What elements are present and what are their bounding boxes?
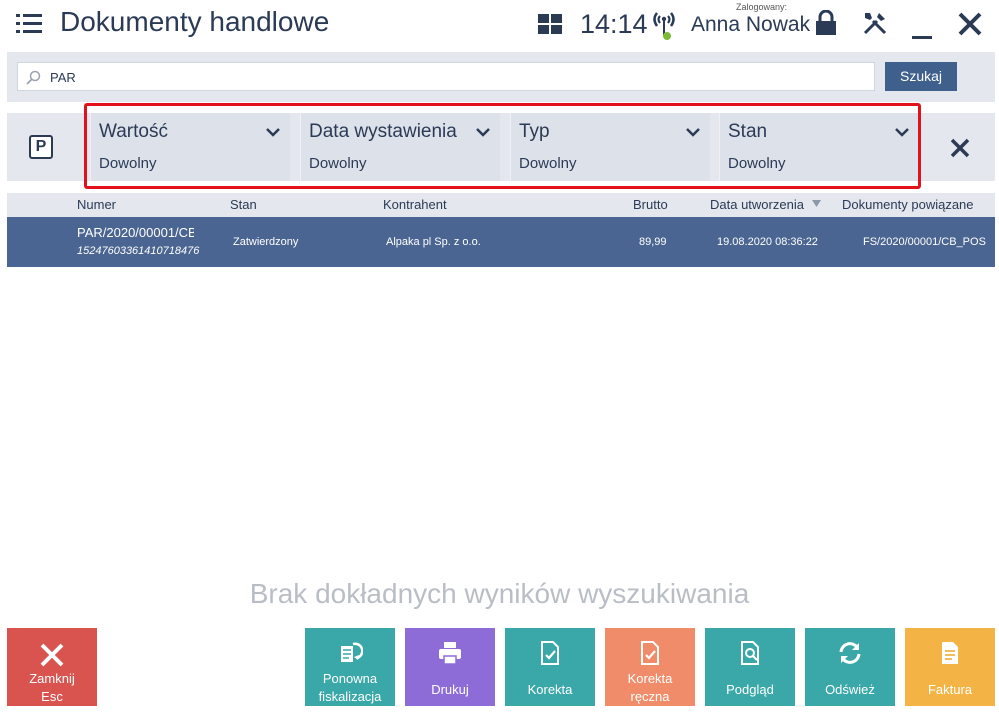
lock-icon[interactable] <box>815 10 837 36</box>
cell-stan: Zatwierdzony <box>233 236 299 248</box>
clear-filters-icon[interactable] <box>950 138 970 158</box>
refiscal-label-2: fiskalizacja <box>318 689 382 704</box>
cell-numer-sub: 15247603361410718476 <box>77 245 200 257</box>
minimize-icon[interactable] <box>912 36 932 39</box>
cell-dokumenty: FS/2020/00001/CB_POS <box>863 236 986 248</box>
user-name[interactable]: Anna Nowak <box>691 13 810 37</box>
search-value: PAR <box>50 70 76 85</box>
col-brutto[interactable]: Brutto <box>633 197 668 212</box>
page-title: Dokumenty handlowe <box>60 6 330 37</box>
col-data-utworzenia[interactable]: Data utworzenia <box>710 197 804 212</box>
manual-correction-button[interactable]: Korekta ręczna <box>605 628 695 706</box>
col-dokumenty-powiazane[interactable]: Dokumenty powiązane <box>842 197 974 212</box>
close-icon[interactable] <box>957 11 983 37</box>
col-numer[interactable]: Numer <box>77 197 116 212</box>
manual-correction-label-1: Korekta <box>627 671 673 686</box>
search-bar: PAR Szukaj <box>7 52 995 102</box>
refresh-button[interactable]: Odśwież <box>805 628 895 706</box>
highlight-box <box>84 103 921 189</box>
app-header: Dokumenty handlowe 14:14 Zalogowany: Ann… <box>0 0 999 50</box>
refresh-label: Odśwież <box>825 682 875 697</box>
invoice-label: Faktura <box>927 682 973 697</box>
tools-icon[interactable] <box>862 10 888 36</box>
menu-icon[interactable] <box>16 12 42 36</box>
correction-label: Korekta <box>527 682 573 697</box>
table-header: Numer Stan Kontrahent Brutto Data utworz… <box>7 193 995 217</box>
refiscal-label-1: Ponowna <box>322 671 378 686</box>
refresh-icon <box>839 642 861 664</box>
correction-button[interactable]: Korekta <box>505 628 595 706</box>
close-icon <box>40 643 64 667</box>
close-label: Zamknij <box>29 671 75 686</box>
parking-icon[interactable]: P <box>29 135 53 159</box>
document-check-icon <box>641 641 659 665</box>
cell-kontrahent: Alpaka pl Sp. z o.o. <box>386 236 481 248</box>
close-shortcut: Esc <box>41 689 63 704</box>
printer-icon <box>439 642 461 665</box>
empty-message: Brak dokładnych wyników wyszukiwania <box>249 578 750 609</box>
search-icon <box>26 70 41 85</box>
sort-down-icon <box>812 200 821 207</box>
print-label: Drukuj <box>431 682 469 697</box>
refiscal-icon <box>341 642 363 662</box>
cell-numer: PAR/2020/00001/CB_PC <box>77 225 194 240</box>
connection-icon[interactable] <box>650 9 678 41</box>
print-button[interactable]: Drukuj <box>405 628 495 706</box>
search-button[interactable]: Szukaj <box>885 62 957 91</box>
clock: 14:14 <box>580 9 648 39</box>
col-stan[interactable]: Stan <box>230 197 257 212</box>
search-input[interactable]: PAR <box>17 62 875 91</box>
close-button[interactable]: Zamknij Esc <box>7 628 97 706</box>
preview-label: Podgląd <box>726 682 774 697</box>
col-kontrahent[interactable]: Kontrahent <box>383 197 447 212</box>
document-check-icon <box>541 641 559 665</box>
logged-label: Zalogowany: <box>736 2 788 12</box>
preview-button[interactable]: Podgląd <box>705 628 795 706</box>
document-search-icon <box>741 641 759 665</box>
manual-correction-label-2: ręczna <box>630 689 670 704</box>
invoice-button[interactable]: Faktura <box>905 628 995 706</box>
cell-data: 19.08.2020 08:36:22 <box>717 236 818 248</box>
table-row[interactable]: PAR/2020/00001/CB_PC 1524760336141071847… <box>7 217 995 267</box>
cell-brutto: 89,99 <box>639 236 667 248</box>
refiscal-button[interactable]: Ponowna fiskalizacja <box>305 628 395 706</box>
windows-icon[interactable] <box>538 14 562 34</box>
invoice-icon <box>942 642 958 664</box>
